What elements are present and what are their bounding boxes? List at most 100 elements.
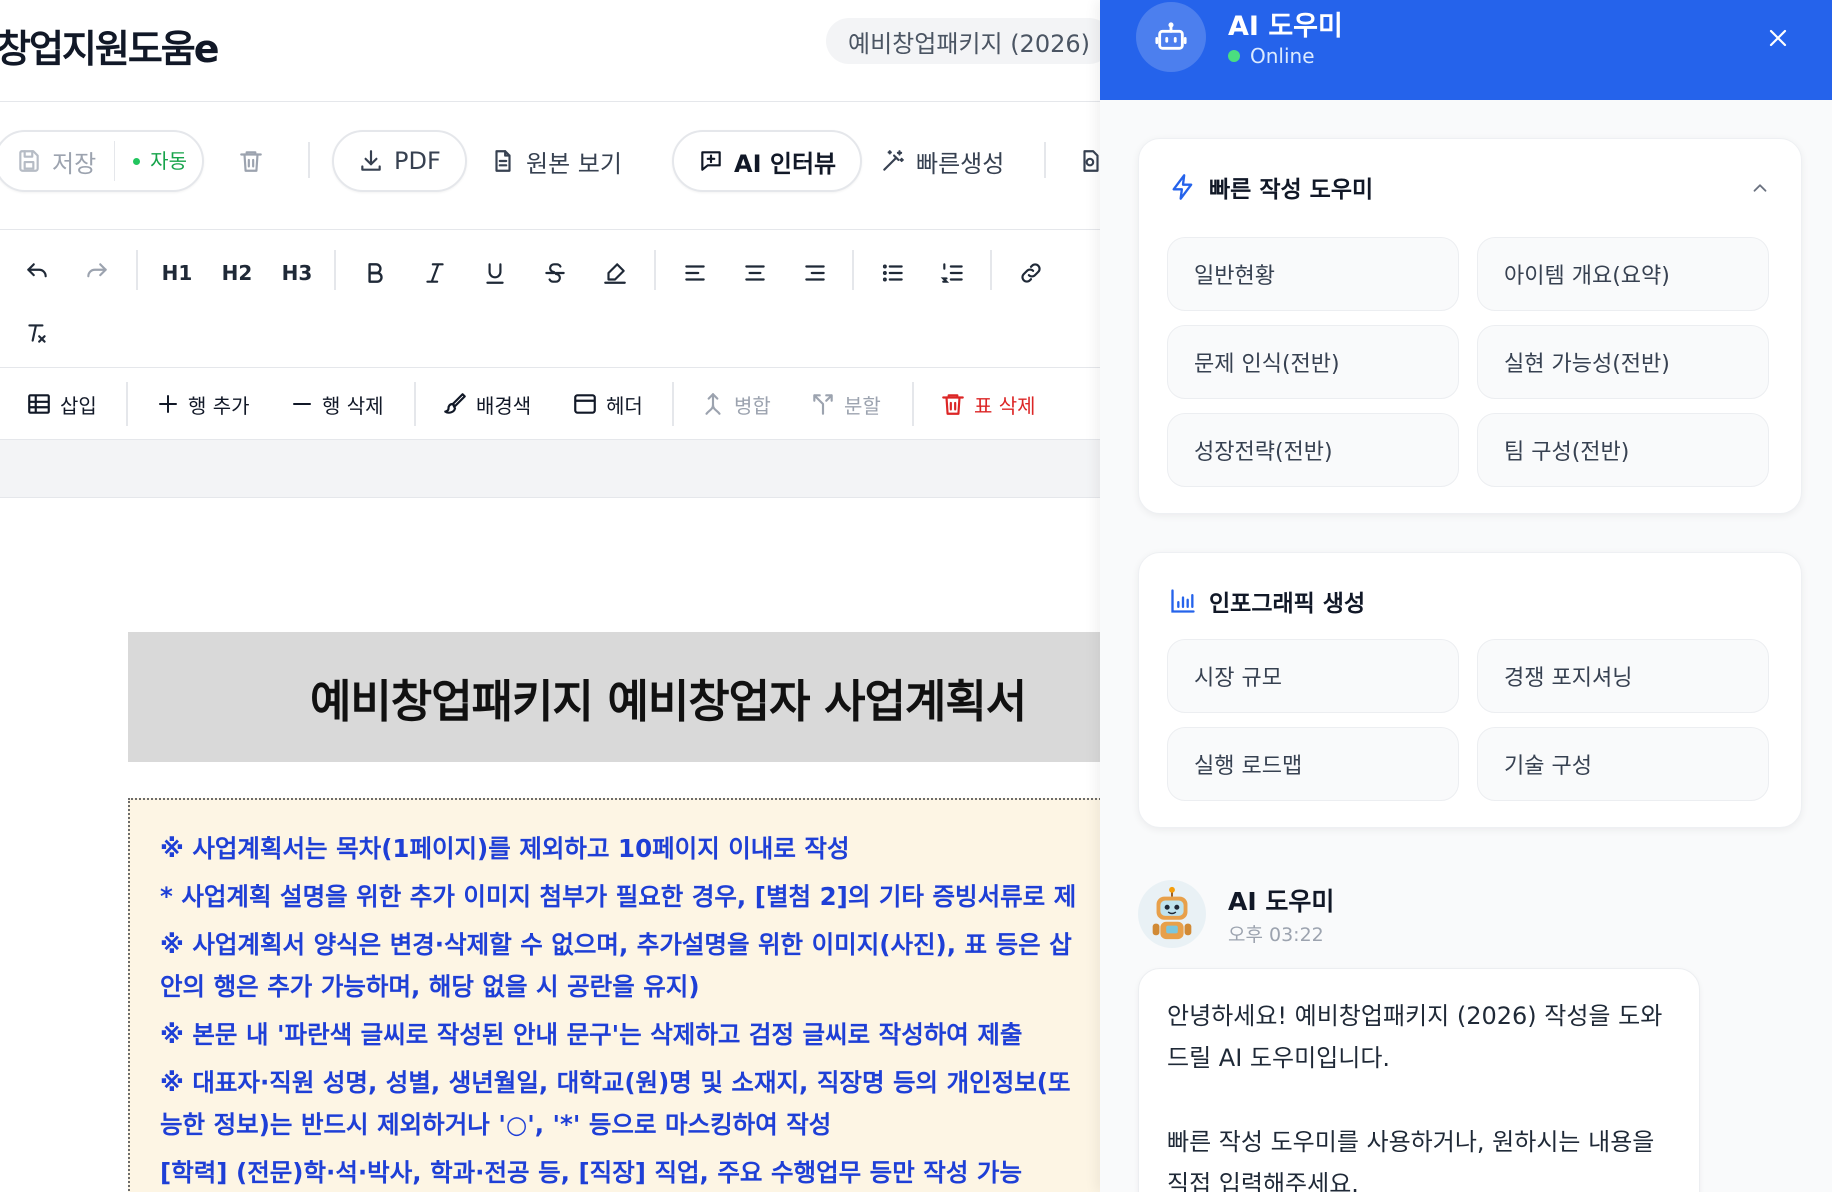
notice-line: ※ 대표자·직원 성명, 성별, 생년월일, 대학교(원)명 및 소재지, 직장… [160, 1068, 1071, 1097]
infographic-chip-market-size[interactable]: 시장 규모 [1167, 639, 1459, 713]
align-right-icon [805, 265, 825, 281]
save-icon[interactable] [16, 148, 42, 174]
bullet-list-button[interactable] [870, 250, 916, 296]
document-title[interactable]: 예비창업패키지 예비창업자 사업계획서 [128, 632, 1100, 762]
split-icon [813, 394, 833, 415]
insert-table-button[interactable]: 삽입 [26, 384, 97, 424]
italic-icon [426, 263, 444, 283]
heading-1-button[interactable]: H1 [154, 250, 200, 296]
online-status-dot [1228, 50, 1240, 62]
redo-button[interactable] [74, 250, 120, 296]
message-paragraph: 안녕하세요! 예비창업패키지 (2026) 작성을 도와드릴 AI 도우미입니다… [1167, 1002, 1663, 1072]
notice-line: * 사업계획 설명을 위한 추가 이미지 첨부가 필요한 경우, [별첨 2]의… [160, 882, 1077, 911]
ordered-list-button[interactable] [930, 250, 976, 296]
format-toolbar: H1 H2 H3 [0, 230, 1100, 368]
divider [308, 142, 310, 178]
quick-write-helper-card: 빠른 작성 도우미 일반현황 아이템 개요(요약) 문제 인식(전반) 실현 가… [1138, 138, 1802, 514]
notice-line: [학력] (전문)학·석·박사, 학과·전공 등, [직장] 직업, 주요 수행… [160, 1158, 1022, 1187]
infographic-header: 인포그래픽 생성 [1169, 583, 1365, 619]
delete-document-button[interactable] [238, 130, 264, 192]
plus-icon [159, 395, 177, 413]
robot-icon [1136, 2, 1206, 72]
minus-icon [293, 403, 311, 405]
strikethrough-button[interactable] [532, 250, 578, 296]
quick-chip-general-status[interactable]: 일반현황 [1167, 237, 1459, 311]
autosave-label: 자동 [150, 149, 187, 173]
ai-panel-header: AI 도우미 Online [1100, 0, 1832, 100]
infographic-chip-tech-architecture[interactable]: 기술 구성 [1477, 727, 1769, 801]
quick-chip-item-overview[interactable]: 아이템 개요(요약) [1477, 237, 1769, 311]
ai-interview-label: AI 인터뷰 [734, 149, 837, 178]
link-button[interactable] [1008, 250, 1054, 296]
quick-generate-button[interactable]: 빠른생성 [880, 130, 1004, 192]
pdf-button[interactable]: PDF [332, 130, 467, 192]
save-button-group: 저장 자동 [0, 130, 204, 192]
heading-3-button[interactable]: H3 [274, 250, 320, 296]
paintbrush-icon [444, 393, 466, 414]
merge-icon [705, 393, 721, 415]
infographic-chip-execution-roadmap[interactable]: 실행 로드맵 [1167, 727, 1459, 801]
collapse-section-button[interactable] [1745, 173, 1775, 203]
trash-icon [238, 148, 264, 174]
quick-chip-team-composition[interactable]: 팀 구성(전반) [1477, 413, 1769, 487]
close-panel-button[interactable] [1758, 18, 1798, 58]
infographic-chip-competitive-positioning[interactable]: 경쟁 포지셔닝 [1477, 639, 1769, 713]
notice-line: ※ 사업계획서 양식은 변경·삭제할 수 없으며, 추가설명을 위한 이미지(사… [160, 930, 1072, 959]
align-right-button[interactable] [792, 250, 838, 296]
merge-cells-button[interactable]: 병합 [700, 384, 771, 424]
bar-chart-icon [1171, 589, 1195, 613]
quick-chip-feasibility[interactable]: 실현 가능성(전반) [1477, 325, 1769, 399]
quick-chip-growth-strategy[interactable]: 성장전략(전반) [1167, 413, 1459, 487]
pdf-button-label: PDF [394, 147, 441, 175]
ai-interview-button[interactable]: AI 인터뷰 [672, 130, 863, 192]
delete-table-button[interactable]: 표 삭제 [940, 384, 1036, 424]
highlight-button[interactable] [592, 250, 638, 296]
view-original-button[interactable]: 원본 보기 [490, 130, 622, 192]
delete-row-button[interactable]: 행 삭제 [290, 384, 384, 424]
italic-button[interactable] [412, 250, 458, 296]
bullet-list-icon [882, 264, 903, 282]
divider [990, 250, 992, 290]
view-original-label: 원본 보기 [526, 149, 622, 178]
save-button[interactable]: 저장 [52, 144, 96, 179]
header-row-button[interactable]: 헤더 [572, 384, 643, 424]
ai-assistant-panel: AI 도우미 Online 빠른 작성 도우미 일반현황 아이템 개요(요약) … [1100, 0, 1832, 1192]
underline-icon [486, 263, 504, 284]
notice-line: ※ 본문 내 '파란색 글씨로 작성된 안내 문구'는 삭제하고 검정 글씨로 … [160, 1020, 1023, 1049]
add-row-label: 행 추가 [188, 393, 250, 418]
table-toolbar: 삽입 행 추가 행 삭제 배경색 헤더 병합 분할 표 삭제 [0, 368, 1100, 440]
clear-format-icon [28, 324, 46, 343]
split-cells-label: 분할 [844, 393, 881, 418]
heading-2-button[interactable]: H2 [214, 250, 260, 296]
quick-write-helper-header[interactable]: 빠른 작성 도우미 [1169, 169, 1373, 205]
split-cells-button[interactable]: 분할 [810, 384, 881, 424]
delete-table-label: 표 삭제 [974, 393, 1036, 418]
more-actions-button[interactable] [1078, 130, 1100, 192]
ai-bot-avatar [1138, 880, 1206, 948]
align-center-button[interactable] [732, 250, 778, 296]
background-color-button[interactable]: 배경색 [442, 384, 531, 424]
app-logo[interactable]: 창업지원도움e [0, 18, 220, 73]
add-row-button[interactable]: 행 추가 [156, 384, 250, 424]
divider [114, 141, 116, 181]
quick-generate-label: 빠른생성 [916, 149, 1005, 178]
ai-status-label: Online [1250, 44, 1315, 68]
divider [1044, 142, 1046, 178]
redo-icon [87, 263, 107, 278]
align-left-button[interactable] [672, 250, 718, 296]
document-search-icon [1078, 148, 1100, 174]
quick-chip-problem-recognition[interactable]: 문제 인식(전반) [1167, 325, 1459, 399]
message-paragraph: 빠른 작성 도우미를 사용하거나, 원하시는 내용을 직접 입력해주세요. [1167, 1128, 1655, 1192]
message-timestamp: 오후 03:22 [1228, 924, 1324, 946]
bold-button[interactable] [352, 250, 398, 296]
underline-button[interactable] [472, 250, 518, 296]
undo-button[interactable] [14, 250, 60, 296]
clear-format-button[interactable] [14, 310, 60, 356]
background-color-label: 배경색 [476, 393, 532, 418]
ai-panel-title: AI 도우미 [1228, 11, 1343, 42]
close-icon [1769, 29, 1787, 47]
infographic-generation-card: 인포그래픽 생성 시장 규모 경쟁 포지셔닝 실행 로드맵 기술 구성 [1138, 552, 1802, 828]
delete-row-label: 행 삭제 [322, 393, 384, 418]
guidance-notice-box[interactable]: ※ 사업계획서는 목차(1페이지)를 제외하고 10페이지 이내로 작성 * 사… [128, 798, 1100, 1192]
divider [654, 250, 656, 290]
